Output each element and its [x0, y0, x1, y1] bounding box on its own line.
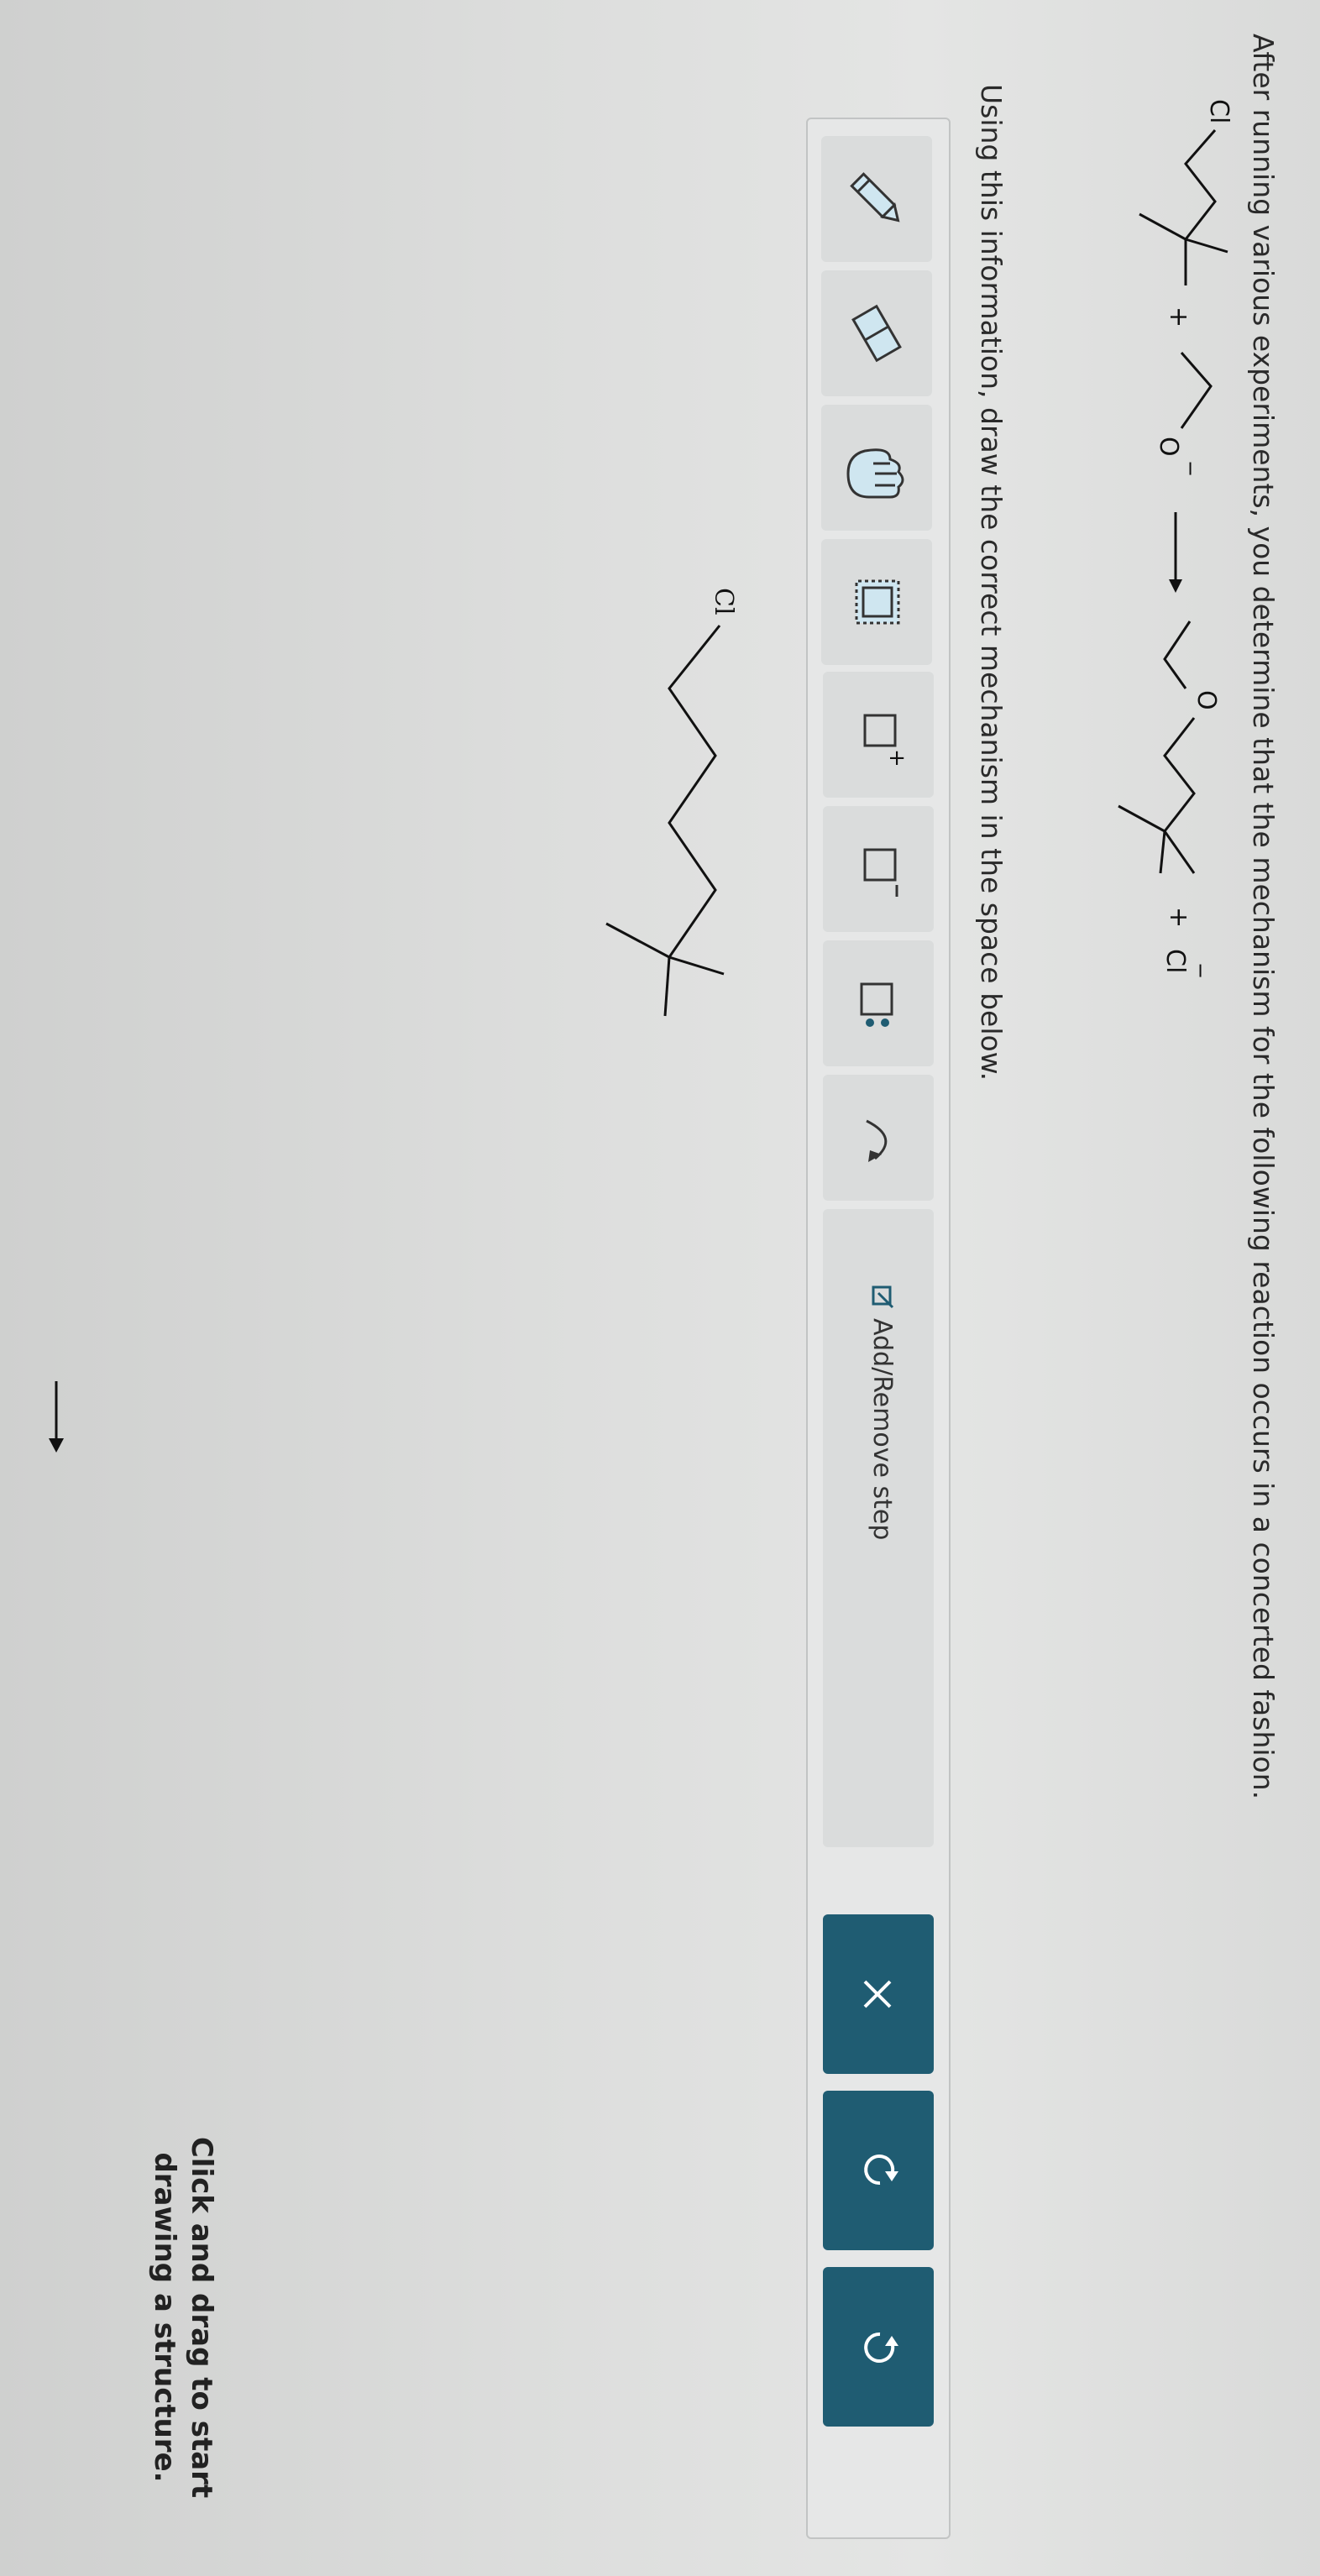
instruction-text: Using this information, draw the correct…	[975, 84, 1008, 1081]
svg-text:+: +	[884, 749, 909, 767]
negative-charge-button[interactable]	[823, 806, 934, 932]
workspace-methyl-bond	[663, 956, 671, 1017]
add-negative-charge-icon	[863, 848, 898, 897]
ethoxide-charge: −	[1179, 460, 1202, 477]
product-ethyl-bonds	[1163, 620, 1192, 689]
workspace-methyl-bond	[668, 956, 725, 976]
workspace-cl-label: Cl	[709, 588, 738, 615]
product-chain-bonds	[1163, 717, 1196, 874]
chloride-label: Cl	[1160, 949, 1190, 973]
curved-arrow-icon	[866, 1119, 888, 1162]
redo-button[interactable]	[823, 2267, 934, 2427]
plus-sign: +	[1164, 306, 1193, 327]
curved-arrow-button[interactable]	[823, 1075, 934, 1201]
redo-icon	[864, 2332, 898, 2363]
reaction-scheme: Cl + O − O + Cl −	[1118, 99, 1234, 979]
drawing-canvas[interactable]: Cl	[0, 0, 799, 2576]
undo-button[interactable]	[823, 2091, 934, 2250]
lone-pair-button[interactable]	[823, 940, 934, 1066]
positive-charge-button[interactable]: +	[823, 672, 934, 798]
reactant-cl-label: Cl	[1204, 99, 1234, 123]
reactant-methyl-bond	[1139, 212, 1186, 241]
edit-icon	[872, 1285, 894, 1309]
add-positive-charge-icon: +	[863, 714, 909, 767]
chloride-charge: −	[1189, 962, 1213, 979]
ethoxide-o-label: O	[1154, 437, 1183, 457]
close-button[interactable]	[823, 1914, 934, 2074]
product-methyl-bond	[1159, 830, 1166, 874]
workspace-methyl-bond	[605, 922, 670, 959]
workspace-chain-bonds	[668, 625, 721, 958]
ethoxide-bonds	[1180, 352, 1213, 429]
drawing-hint: Click and drag to start drawing a struct…	[148, 2136, 218, 2499]
close-icon	[863, 1980, 892, 2008]
product-methyl-bond	[1118, 804, 1165, 833]
add-remove-step-label: Add/Remove step	[867, 1318, 897, 1541]
reactant-methyl-bond	[1185, 238, 1228, 254]
reaction-arrowhead	[1169, 579, 1182, 593]
reactant-bonds	[1184, 129, 1217, 240]
workspace-arrowhead	[49, 1438, 64, 1453]
undo-icon	[864, 2155, 898, 2186]
stage: After running various experiments, you d…	[0, 0, 1320, 2576]
add-lone-pair-icon	[860, 982, 893, 1027]
product-o-label: O	[1192, 690, 1221, 710]
add-remove-step-button[interactable]: Add/Remove step	[823, 1209, 934, 1847]
toolbar-buttons: + Add/Remove step	[809, 118, 951, 2536]
page: After running various experiments, you d…	[0, 0, 1320, 2576]
plus-sign-2: +	[1164, 907, 1193, 928]
